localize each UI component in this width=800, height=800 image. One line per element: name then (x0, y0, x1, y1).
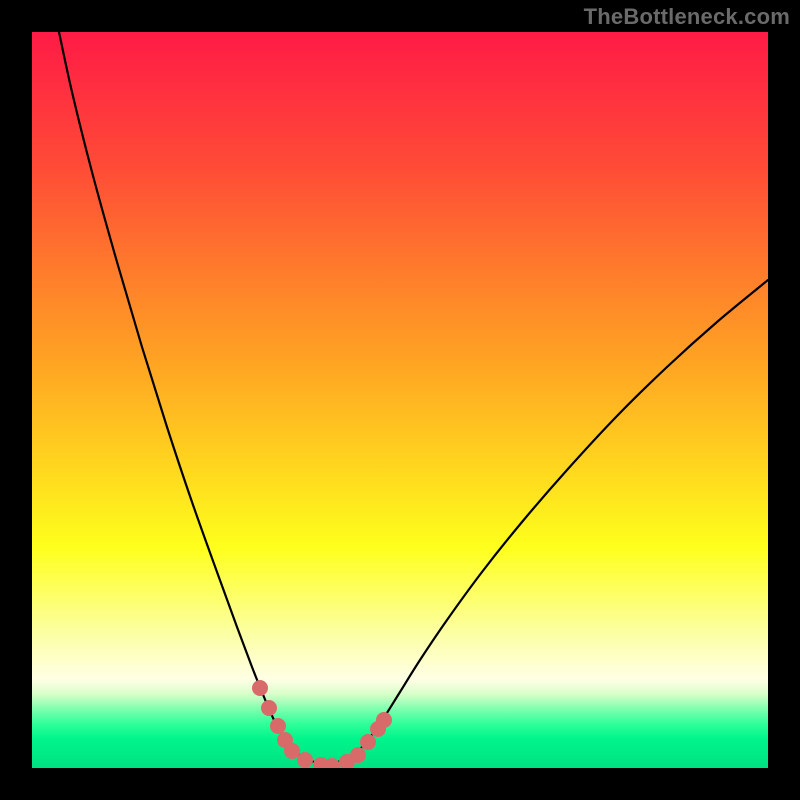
highlight-dot (324, 758, 340, 768)
watermark-text: TheBottleneck.com (584, 4, 790, 30)
highlight-dot (360, 734, 376, 750)
bottleneck-curve (59, 32, 768, 763)
outer-frame: TheBottleneck.com (0, 0, 800, 800)
highlight-dot (277, 732, 293, 748)
highlight-dot (261, 700, 277, 716)
plot-area (32, 32, 768, 768)
highlight-dot (339, 754, 355, 768)
highlight-dot (297, 752, 313, 768)
highlight-dot (313, 757, 329, 768)
highlight-dot (252, 680, 268, 696)
highlight-dot (370, 721, 386, 737)
highlight-dot (284, 743, 300, 759)
highlight-dots (252, 680, 392, 768)
chart-svg (32, 32, 768, 768)
highlight-dot (350, 747, 366, 763)
highlight-dot (376, 712, 392, 728)
highlight-dot (270, 718, 286, 734)
